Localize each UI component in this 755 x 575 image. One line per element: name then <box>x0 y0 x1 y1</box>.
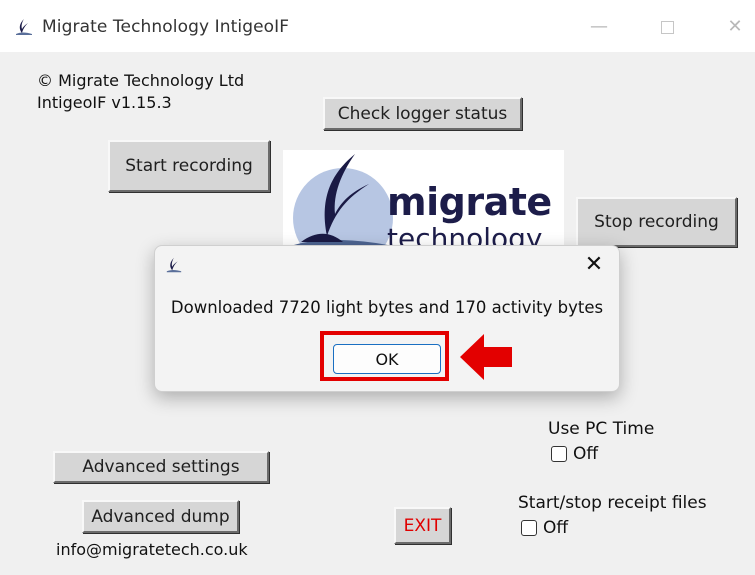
minimize-icon: — <box>590 16 608 37</box>
advanced-settings-button[interactable]: Advanced settings <box>53 451 269 483</box>
close-icon: ✕ <box>584 252 604 277</box>
check-logger-status-label: Check logger status <box>337 103 508 124</box>
dialog-message: Downloaded 7720 light bytes and 170 acti… <box>170 298 604 317</box>
use-pc-time-state: Off <box>573 444 599 464</box>
advanced-dump-label: Advanced dump <box>91 506 230 527</box>
ok-highlight-box <box>320 331 449 381</box>
migrate-technology-logo: migrate technology <box>283 150 564 250</box>
copyright-text: © Migrate Technology Ltd <box>37 71 245 90</box>
close-button[interactable]: ✕ <box>713 10 755 44</box>
maximize-icon <box>660 20 674 34</box>
use-pc-time-checkbox[interactable] <box>551 446 567 462</box>
advanced-settings-label: Advanced settings <box>82 457 240 477</box>
contact-email: info@migratetech.co.uk <box>56 540 248 559</box>
start-recording-button[interactable]: Start recording <box>108 140 270 192</box>
logo-text-migrate: migrate <box>387 180 552 224</box>
dialog-close-button[interactable]: ✕ <box>575 250 613 280</box>
logo-bird-icon <box>291 154 393 250</box>
receipt-files-checkbox[interactable] <box>521 520 537 536</box>
exit-label: EXIT <box>403 515 442 536</box>
advanced-dump-button[interactable]: Advanced dump <box>82 500 239 533</box>
stop-recording-label: Stop recording <box>594 212 719 232</box>
app-bird-icon <box>16 19 32 35</box>
start-recording-label: Start recording <box>125 156 253 176</box>
stop-recording-button[interactable]: Stop recording <box>576 197 737 247</box>
dialog-bird-icon <box>166 257 182 273</box>
minimize-button[interactable]: — <box>577 10 621 44</box>
pointer-arrow-icon <box>460 334 512 380</box>
title-bar: Migrate Technology IntigeoIF — ✕ <box>0 0 755 52</box>
use-pc-time-label: Use PC Time <box>548 419 655 439</box>
maximize-button[interactable] <box>645 10 689 44</box>
receipt-files-state: Off <box>543 518 569 538</box>
exit-button[interactable]: EXIT <box>394 507 451 544</box>
receipt-files-label: Start/stop receipt files <box>518 493 707 513</box>
version-text: IntigeoIF v1.15.3 <box>37 93 172 112</box>
close-icon: ✕ <box>727 16 743 37</box>
check-logger-status-button[interactable]: Check logger status <box>323 97 522 130</box>
window-title: Migrate Technology IntigeoIF <box>42 17 290 37</box>
